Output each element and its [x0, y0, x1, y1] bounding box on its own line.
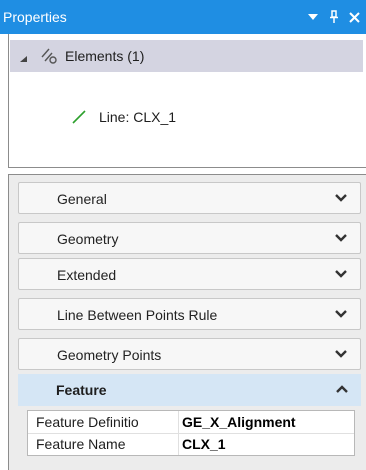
chevron-up-icon: [335, 383, 349, 395]
property-key: Feature Name: [36, 436, 126, 452]
section-general[interactable]: General: [18, 182, 361, 214]
chevron-down-icon: [334, 192, 348, 204]
property-key: Feature Definitio: [36, 414, 139, 430]
line-icon: [71, 109, 87, 128]
property-value[interactable]: GE_X_Alignment: [182, 414, 296, 430]
tree-item-line[interactable]: Line: CLX_1: [59, 106, 259, 128]
pin-icon[interactable]: [326, 6, 342, 28]
section-label: General: [57, 191, 107, 207]
tree-item-label: Elements (1): [65, 48, 145, 64]
feature-properties-grid: Feature Definitio GE_X_Alignment Feature…: [27, 410, 355, 456]
chevron-down-icon: [334, 348, 348, 360]
tree-item-elements[interactable]: Elements (1): [10, 40, 363, 72]
section-label: Geometry Points: [57, 347, 162, 363]
elements-icon: [40, 47, 58, 68]
close-icon[interactable]: [346, 6, 362, 28]
properties-titlebar: Properties: [0, 0, 366, 34]
dropdown-icon[interactable]: [305, 6, 321, 28]
expand-arrow-icon[interactable]: [20, 52, 28, 67]
element-tree: Elements (1) Line: CLX_1: [8, 34, 366, 168]
section-label: Extended: [57, 267, 117, 283]
section-extended[interactable]: Extended: [18, 258, 361, 290]
section-geometry-points[interactable]: Geometry Points: [18, 338, 361, 370]
section-label: Feature: [56, 382, 107, 398]
property-value[interactable]: CLX_1: [182, 436, 226, 452]
tree-item-label: Line: CLX_1: [99, 109, 177, 125]
chevron-down-icon: [334, 308, 348, 320]
property-row[interactable]: Feature Name CLX_1: [28, 433, 354, 455]
section-label: Geometry: [57, 231, 119, 247]
chevron-down-icon: [334, 268, 348, 280]
section-line-between-points-rule[interactable]: Line Between Points Rule: [18, 298, 361, 330]
section-geometry[interactable]: Geometry: [18, 222, 361, 254]
section-feature[interactable]: Feature: [18, 374, 361, 406]
property-row[interactable]: Feature Definitio GE_X_Alignment: [28, 411, 354, 433]
chevron-down-icon: [334, 232, 348, 244]
section-label: Line Between Points Rule: [57, 307, 218, 323]
window-title: Properties: [3, 9, 67, 25]
